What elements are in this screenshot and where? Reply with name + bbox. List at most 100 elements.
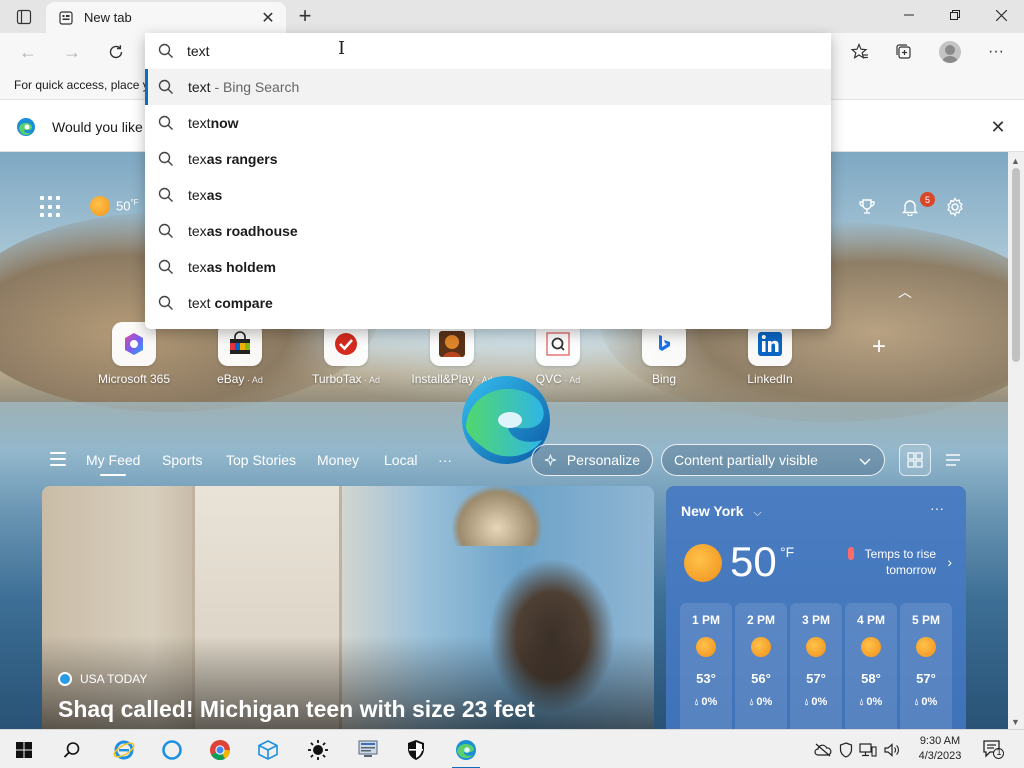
collapse-chevron-icon[interactable]: ︿	[898, 282, 912, 302]
collections-button[interactable]	[889, 38, 919, 66]
hourly-forecast-item[interactable]: 2 PM 56° 💧︎ 0%	[735, 603, 787, 729]
personalize-button[interactable]: Personalize	[531, 444, 653, 476]
notification-badge: 5	[920, 192, 935, 207]
minimize-button[interactable]	[886, 0, 932, 30]
close-window-button[interactable]	[978, 0, 1024, 30]
network-icon[interactable]	[858, 740, 878, 760]
tab-strip: New tab ✕ +	[0, 0, 1024, 33]
weather-location-dropdown[interactable]: New York ⌵	[681, 503, 762, 520]
taskbar-3d-app[interactable]	[250, 734, 286, 766]
start-button[interactable]	[6, 734, 42, 766]
taskbar-chrome[interactable]	[202, 734, 238, 766]
suggestion-item[interactable]: texas roadhouse	[145, 213, 831, 249]
chrome-icon	[210, 739, 231, 761]
search-icon	[158, 295, 173, 310]
taskbar-edge[interactable]	[448, 734, 484, 768]
feed-tab-sports[interactable]: Sports	[162, 452, 202, 468]
raindrop-icon: 💧︎	[804, 697, 809, 707]
tab-actions-button[interactable]	[10, 6, 38, 28]
feed-tab-my-feed[interactable]: My Feed	[86, 452, 140, 476]
quick-link-microsoft-365[interactable]: Microsoft 365	[90, 322, 178, 386]
weather-more-options-icon[interactable]: ···	[930, 500, 944, 516]
feed-tab-money[interactable]: Money	[317, 452, 359, 468]
taskbar-internet-explorer[interactable]	[106, 734, 142, 766]
suggestion-item[interactable]: texas	[145, 177, 831, 213]
cortana-ring-icon	[162, 740, 182, 760]
grid-view-button[interactable]	[899, 444, 931, 476]
hourly-forecast-item[interactable]: 3 PM 57° 💧︎ 0%	[790, 603, 842, 729]
taskbar-cortana[interactable]	[154, 734, 190, 766]
hamburger-menu-icon[interactable]	[50, 452, 66, 466]
volume-icon[interactable]	[882, 740, 902, 760]
chevron-right-icon[interactable]: ›	[947, 554, 952, 570]
taskbar-search-button[interactable]	[54, 734, 90, 766]
clock-time: 9:30 AM	[919, 735, 961, 747]
weather-alert[interactable]: Temps to rise tomorrow	[865, 546, 936, 578]
suggestion-item[interactable]: text - Bing Search	[145, 69, 831, 105]
edge-logo-icon	[456, 740, 476, 760]
search-icon	[158, 79, 173, 94]
page-settings-button[interactable]	[942, 194, 968, 220]
back-button[interactable]: ←	[14, 38, 42, 66]
sunny-icon	[861, 637, 881, 657]
tab-title: New tab	[84, 10, 132, 25]
suggestion-item[interactable]: texas rangers	[145, 141, 831, 177]
app-launcher-icon[interactable]	[40, 196, 62, 218]
shield-icon	[408, 740, 424, 760]
hourly-forecast-item[interactable]: 4 PM 58° 💧︎ 0%	[845, 603, 897, 729]
suggestion-item[interactable]: texas holdem	[145, 249, 831, 285]
settings-and-more-button[interactable]: ···	[981, 38, 1011, 66]
hero-news-card[interactable]: USA TODAY Shaq called! Michigan teen wit…	[42, 486, 654, 729]
quick-link-label: TurboTax	[311, 372, 362, 386]
forward-button[interactable]: →	[58, 38, 86, 66]
taskbar-clock[interactable]: 9:30 AM 4/3/2023	[912, 734, 968, 764]
weather-mini[interactable]: 50°F	[90, 196, 139, 216]
feed-tab-local[interactable]: Local	[384, 452, 417, 468]
thermometer-icon	[848, 547, 854, 560]
refresh-button[interactable]	[102, 38, 130, 66]
tab-new-tab[interactable]: New tab ✕	[46, 2, 286, 33]
add-quick-link-button[interactable]: +	[864, 332, 894, 362]
scroll-up-icon[interactable]: ▲	[1011, 156, 1020, 166]
search-icon	[158, 151, 173, 166]
quick-link-label: eBay	[217, 372, 245, 386]
security-tray-icon[interactable]	[836, 740, 856, 760]
close-tab-icon[interactable]: ✕	[256, 6, 280, 30]
taskbar-brightness-app[interactable]	[300, 734, 336, 766]
feed-tab-top-stories[interactable]: Top Stories	[226, 452, 296, 468]
list-view-button[interactable]	[937, 444, 969, 476]
quick-link-turbotax[interactable]: TurboTax · Ad	[302, 322, 390, 386]
suggestion-item[interactable]: text compare	[145, 285, 831, 321]
suggestion-item[interactable]: textnow	[145, 105, 831, 141]
weather-card[interactable]: New York ⌵ ··· 50 °F Temps to rise tomor…	[666, 486, 966, 729]
rewards-button[interactable]	[854, 194, 880, 220]
scrollbar-thumb[interactable]	[1012, 168, 1020, 362]
quick-link-ebay[interactable]: eBay · Ad	[196, 322, 284, 386]
hourly-forecast-item[interactable]: 5 PM 57° 💧︎ 0%	[900, 603, 952, 729]
address-bar[interactable]: I	[145, 33, 831, 69]
sun-icon	[308, 740, 328, 760]
text-cursor-icon: I	[338, 38, 346, 59]
personalize-label: Personalize	[566, 452, 640, 468]
onedrive-offline-icon[interactable]	[813, 740, 833, 760]
quick-link-linkedin[interactable]: LinkedIn	[726, 322, 814, 386]
hourly-forecast-item[interactable]: 1 PM 53° 💧︎ 0%	[680, 603, 732, 729]
taskbar-remote-desktop[interactable]	[350, 734, 386, 766]
new-tab-button[interactable]: +	[292, 3, 318, 28]
favorites-star-icon	[851, 43, 868, 59]
feed-tab-more[interactable]: ···	[438, 452, 452, 468]
restore-button[interactable]	[932, 0, 978, 30]
action-center-button[interactable]: 1	[982, 739, 1006, 761]
hero-headline[interactable]: Shaq called! Michigan teen with size 23 …	[58, 696, 535, 723]
close-info-bar-icon[interactable]: ✕	[986, 115, 1010, 139]
quick-link-bing[interactable]: Bing	[620, 322, 708, 386]
search-icon	[63, 742, 80, 758]
hourly-forecast: 1 PM 53° 💧︎ 0% 2 PM 56° 💧︎ 0% 3 PM 57° 💧…	[680, 603, 952, 729]
address-bar-input[interactable]	[187, 39, 807, 63]
profile-button[interactable]	[935, 38, 965, 66]
page-scrollbar[interactable]: ▲ ▼	[1008, 152, 1024, 729]
scroll-down-icon[interactable]: ▼	[1011, 717, 1020, 727]
favorites-button[interactable]	[845, 38, 875, 66]
taskbar-security[interactable]	[398, 734, 434, 766]
content-visibility-dropdown[interactable]: Content partially visible	[661, 444, 885, 476]
